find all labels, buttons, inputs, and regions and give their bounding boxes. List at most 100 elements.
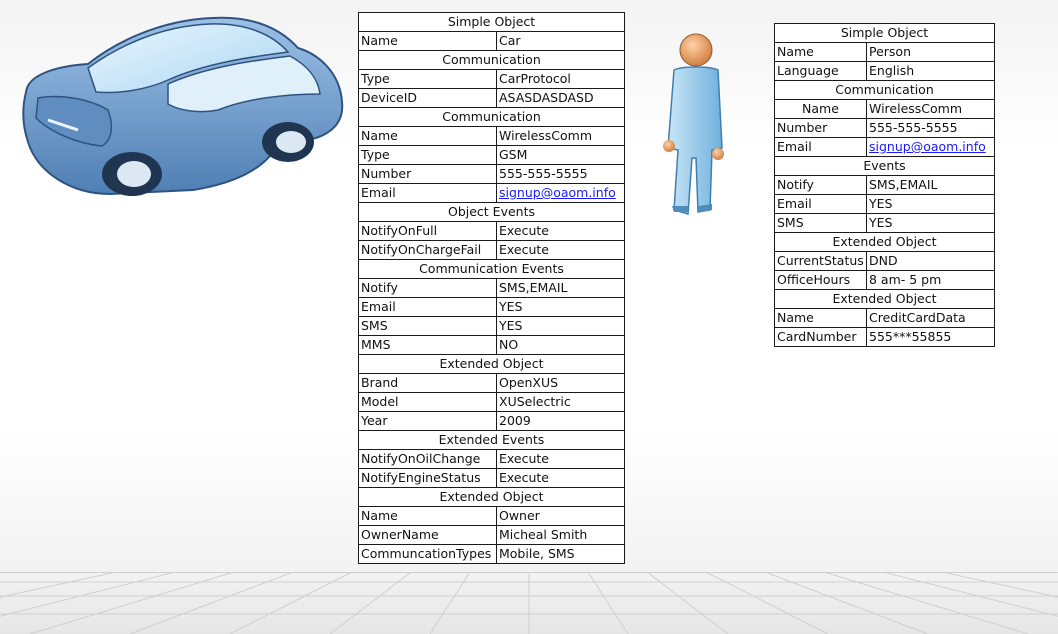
property-key: CardNumber [774,327,867,347]
section-header: Object Events [358,202,625,222]
section-header-row: Simple Object [774,23,995,43]
property-value: GSM [496,145,625,165]
property-value: YES [866,213,995,233]
property-value: OpenXUS [496,373,625,393]
property-value: Owner [496,506,625,526]
email-link[interactable]: signup@oaom.info [869,139,986,154]
property-value: WirelessComm [496,126,625,146]
property-row: OfficeHours 8 am- 5 pm [774,270,995,290]
property-row: SMS YES [358,316,625,336]
property-key: Language [774,61,867,81]
section-header: Communication [774,80,995,100]
property-key: Email [774,194,867,214]
email-link[interactable]: signup@oaom.info [499,185,616,200]
section-header-row: Extended Object [358,354,625,374]
property-value: YES [496,316,625,336]
property-value: 2009 [496,411,625,431]
property-row: Type CarProtocol [358,69,625,89]
section-header-row: Object Events [358,202,625,222]
property-row: DeviceID ASASDASDASD [358,88,625,108]
section-header: Extended Object [358,354,625,374]
property-key: Number [358,164,497,184]
property-key: MMS [358,335,497,355]
property-row: Name CreditCardData [774,308,995,328]
property-value: XUSelectric [496,392,625,412]
property-key: CommuncationTypes [358,544,497,564]
property-value: Car [496,31,625,51]
property-value: NO [496,335,625,355]
property-key: Notify [358,278,497,298]
property-row: Name Owner [358,506,625,526]
property-key: NotifyOnOilChange [358,449,497,469]
property-row: Brand OpenXUS [358,373,625,393]
property-row: OwnerName Micheal Smith [358,525,625,545]
property-row: Number 555-555-5555 [358,164,625,184]
property-row: Model XUSelectric [358,392,625,412]
property-key: NotifyOnChargeFail [358,240,497,260]
property-value: CarProtocol [496,69,625,89]
car-object-table: Simple Object Name Car Communication Type Car… [358,12,625,564]
property-value: Mobile, SMS [496,544,625,564]
section-header-row: Simple Object [358,12,625,32]
property-row: MMS NO [358,335,625,355]
property-key: DeviceID [358,88,497,108]
property-value: CreditCardData [866,308,995,328]
property-key: OwnerName [358,525,497,545]
property-value: Person [866,42,995,62]
section-header-row: Extended Object [774,289,995,309]
property-row: NotifyOnFull Execute [358,221,625,241]
property-key: Email [774,137,867,157]
property-value: SMS,EMAIL [866,175,995,195]
section-header-row: Extended Events [358,430,625,450]
property-row: Notify SMS,EMAIL [358,278,625,298]
property-row: Year 2009 [358,411,625,431]
property-row: Language English [774,61,995,81]
property-value: DND [866,251,995,271]
property-row: Email signup@oaom.info [358,183,625,203]
section-header-row: Extended Object [774,232,995,252]
property-value: ASASDASDASD [496,88,625,108]
property-value: YES [866,194,995,214]
property-key: CurrentStatus [774,251,867,271]
property-row: NotifyEngineStatus Execute [358,468,625,488]
person-object-table: Simple Object Name Person Language English Co… [774,23,995,347]
section-header: Simple Object [358,12,625,32]
property-key: Email [358,183,497,203]
property-row: Number 555-555-5555 [774,118,995,138]
property-key: Year [358,411,497,431]
property-value: YES [496,297,625,317]
property-value: Execute [496,449,625,469]
property-key: OfficeHours [774,270,867,290]
property-key: NotifyEngineStatus [358,468,497,488]
section-header-row: Communication [774,80,995,100]
section-header: Simple Object [774,23,995,43]
section-header-row: Communication Events [358,259,625,279]
floor-grid [0,572,1058,634]
section-header: Extended Object [774,232,995,252]
section-header: Communication [358,107,625,127]
property-value: Execute [496,240,625,260]
property-value: Micheal Smith [496,525,625,545]
property-row: Email signup@oaom.info [774,137,995,157]
section-header-row: Communication [358,107,625,127]
property-row: CommuncationTypes Mobile, SMS [358,544,625,564]
section-header: Events [774,156,995,176]
property-value: signup@oaom.info [866,137,995,157]
property-key: Model [358,392,497,412]
property-value: signup@oaom.info [496,183,625,203]
property-key: Type [358,69,497,89]
property-key: SMS [358,316,497,336]
person-icon [663,33,724,215]
section-header: Extended Object [774,289,995,309]
property-row: Type GSM [358,145,625,165]
property-row: Email YES [358,297,625,317]
property-key: Name [774,308,867,328]
property-value: 555-555-5555 [496,164,625,184]
property-row: Name WirelessComm [358,126,625,146]
property-row: Name WirelessComm [774,99,995,119]
property-key: Email [358,297,497,317]
section-header: Extended Events [358,430,625,450]
property-key: Brand [358,373,497,393]
section-header-row: Extended Object [358,487,625,507]
property-key: NotifyOnFull [358,221,497,241]
